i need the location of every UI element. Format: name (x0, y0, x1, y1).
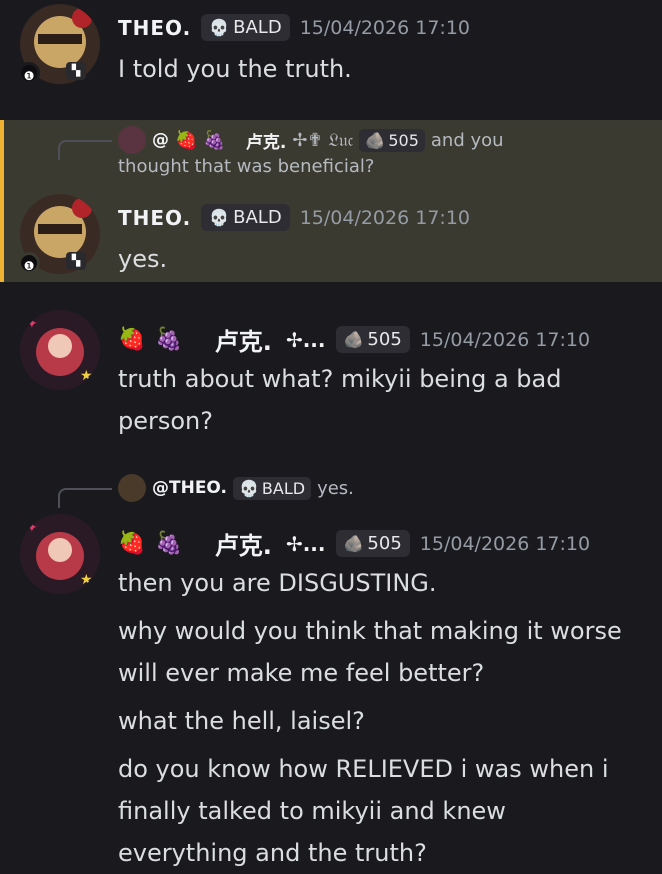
grapes-icon: 🍇 (155, 327, 183, 352)
reply-avatar (118, 474, 146, 502)
status-icon: ❶ (18, 252, 40, 274)
message-theo-1: ❶ ▚ THEO. 💀 BALD 15/04/2026 17:10 I told … (0, 0, 662, 112)
author-name[interactable]: 卢克. (215, 526, 272, 561)
timestamp[interactable]: 15/04/2026 17:10 (420, 533, 590, 555)
author-suffix: ✢... (285, 327, 326, 352)
status-icon: ❶ (18, 62, 40, 84)
timestamp[interactable]: 15/04/2026 17:10 (300, 17, 470, 39)
grapes-icon: 🍇 (155, 531, 183, 556)
strawberry-icon: 🍓 (118, 531, 146, 556)
stone-icon: 🪨 (343, 330, 364, 349)
author-name[interactable]: THEO. (118, 16, 191, 40)
message-content: then you are DISGUSTING. why would you t… (118, 569, 622, 867)
svg-text:✦: ✦ (26, 520, 38, 536)
strawberry-icon: 🍓 (118, 327, 146, 352)
avatar-lu[interactable]: ✦ ★ (20, 514, 100, 594)
grapes-icon: 🍇 (203, 129, 226, 151)
mention-highlight-bar (0, 120, 4, 282)
reply-avatar (118, 126, 146, 154)
guild-tag-small: 🪨 505 (359, 128, 425, 152)
message-theo-2: @ 🍓 🍇 卢克. ✢✟ 𝔏𝔲𝔠 🪨 505 and you thought th… (0, 120, 662, 282)
nameplate-icon: ▚ (66, 252, 86, 270)
svg-text:✦: ✦ (26, 316, 38, 332)
nameplate-icon: ▚ (66, 62, 86, 80)
skull-icon: 💀 (209, 208, 230, 227)
guild-tag[interactable]: 💀 BALD (201, 204, 290, 231)
guild-tag[interactable]: 🪨 505 (335, 530, 410, 557)
message-content: yes. (118, 245, 168, 273)
strawberry-icon: 🍓 (175, 129, 198, 151)
guild-tag[interactable]: 💀 BALD (201, 14, 290, 41)
svg-text:★: ★ (80, 368, 93, 384)
author-suffix: ✢... (285, 531, 326, 556)
author-name[interactable]: 卢克. (215, 322, 272, 357)
message-content: I told you the truth. (118, 55, 352, 83)
guild-tag[interactable]: 🪨 505 (335, 326, 410, 353)
guild-tag-small: 💀 BALD (232, 476, 312, 500)
message-content: truth about what? mikyii being a bad per… (118, 365, 562, 435)
skull-icon: 💀 (209, 18, 230, 37)
svg-text:★: ★ (80, 572, 93, 588)
skull-icon: 💀 (238, 478, 259, 498)
message-lu-1: ✦ ★ 🍓 🍇 卢克. ✢... 🪨 505 15/04/2026 17:10 tr… (0, 300, 662, 450)
timestamp[interactable]: 15/04/2026 17:10 (420, 329, 590, 351)
timestamp[interactable]: 15/04/2026 17:10 (300, 207, 470, 229)
stone-icon: 🪨 (365, 130, 386, 150)
message-lu-2: @THEO. 💀 BALD yes. ✦ ★ 🍓 🍇 卢克. ✢... 🪨 505 1… (0, 466, 662, 868)
avatar-lu[interactable]: ✦ ★ (20, 310, 100, 390)
stone-icon: 🪨 (343, 534, 364, 553)
author-name[interactable]: THEO. (118, 206, 191, 230)
